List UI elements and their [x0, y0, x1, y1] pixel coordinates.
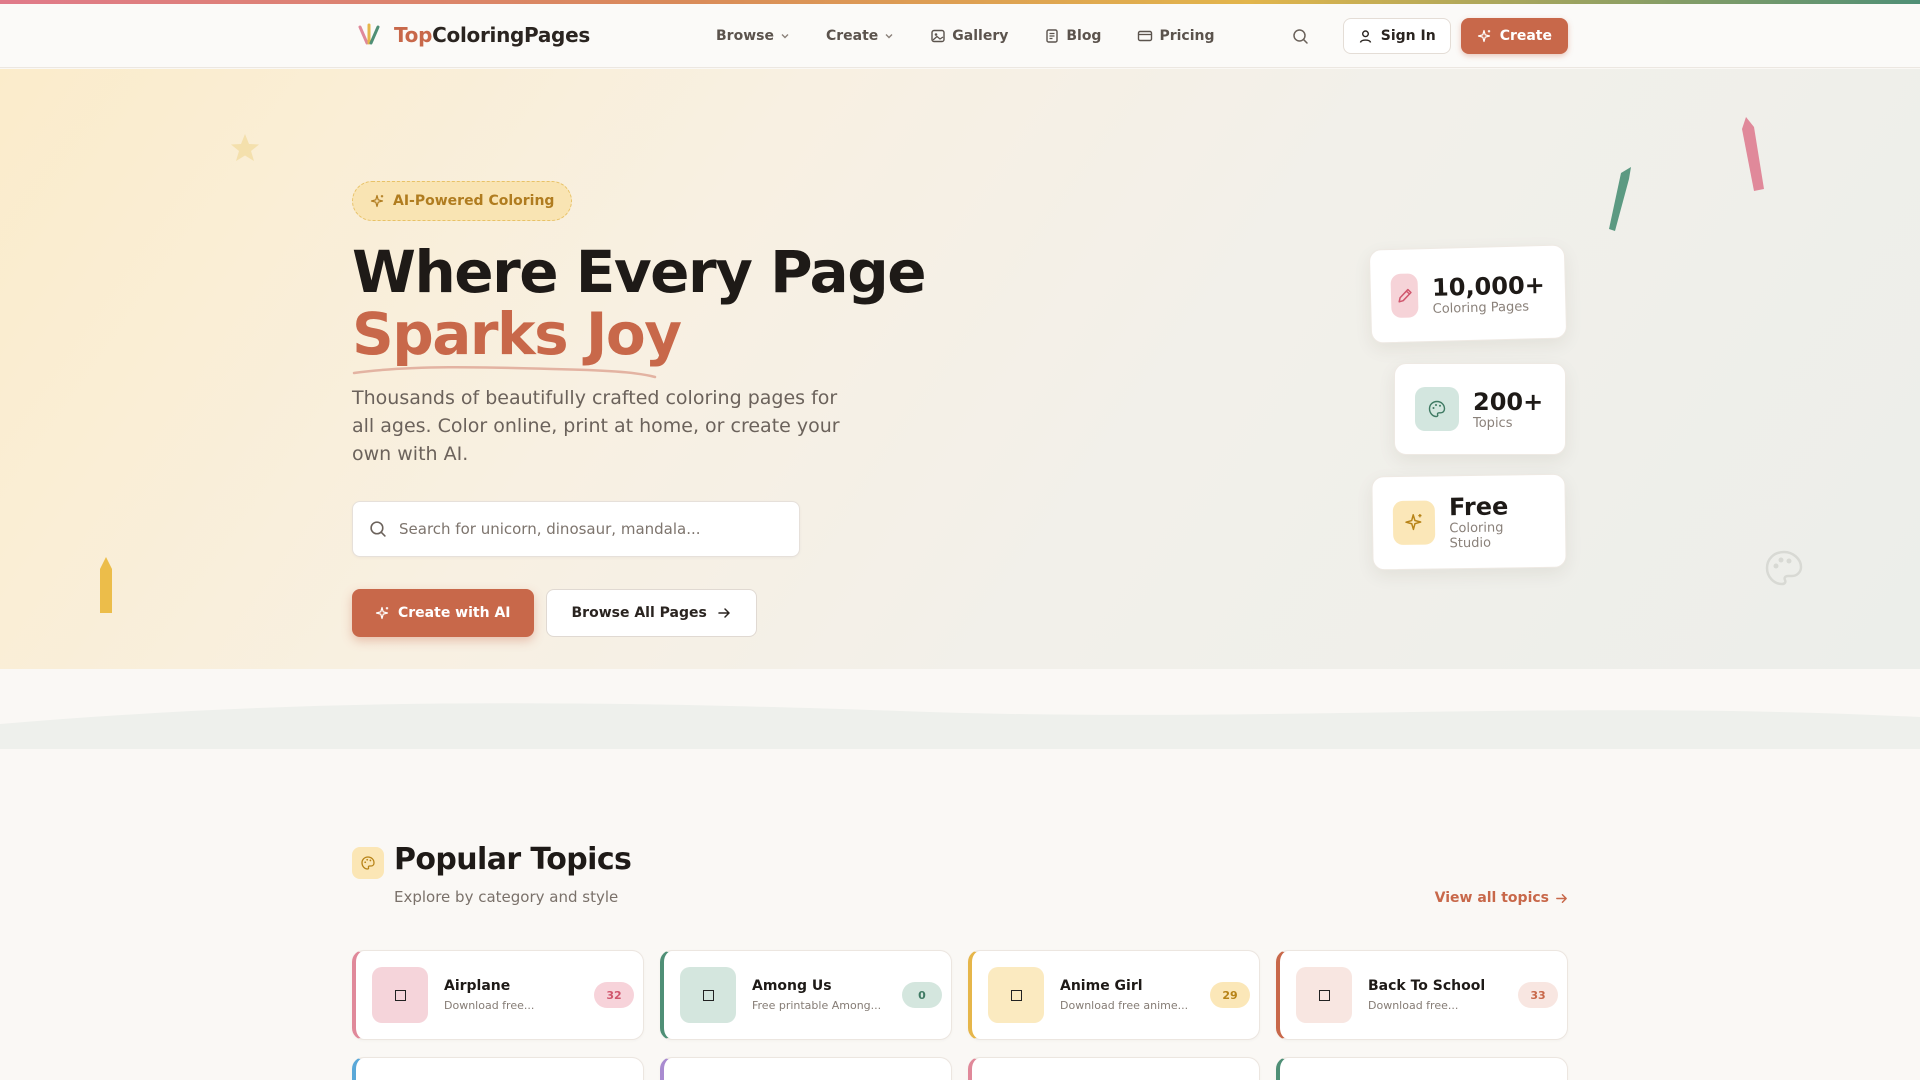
chevron-down-icon: [885, 34, 893, 39]
image-icon: [931, 29, 945, 43]
topic-thumbnail: [680, 967, 736, 1023]
brand-name: TopColoringPages: [394, 23, 590, 47]
search-icon: [370, 521, 386, 537]
topic-count-badge: 33: [1518, 982, 1558, 1008]
yellow-crayon-decoration-icon: [100, 557, 112, 613]
nav-gallery[interactable]: Gallery: [930, 28, 1008, 44]
topic-description: Download free...: [1368, 999, 1459, 1012]
topic-text: Airplane Download free...: [444, 978, 582, 1012]
browse-all-pages-button[interactable]: Browse All Pages: [545, 589, 757, 637]
stat-icon-bg: [1392, 500, 1436, 546]
popular-topics-title: Popular Topics: [394, 842, 632, 877]
image-placeholder-icon: [394, 989, 406, 1001]
arrow-right-icon: [718, 608, 730, 618]
topic-text: Back To School Download free...: [1368, 978, 1506, 1012]
stat-icon-bg: [1390, 273, 1419, 319]
stat-label: Coloring Studio: [1449, 520, 1504, 552]
topic-card[interactable]: Airplane Download free... 32: [352, 950, 644, 1040]
sparkles-icon: [1405, 514, 1422, 531]
squiggle-underline-icon: [352, 365, 657, 379]
palette-icon: [1428, 400, 1446, 418]
pencil-icon: [1398, 288, 1412, 303]
topic-name: Airplane: [444, 978, 511, 994]
topic-text: Among Us Free printable Among...: [752, 978, 890, 1012]
palette-icon: [361, 856, 375, 870]
site-header: TopColoringPages Browse Create Gallery B…: [0, 4, 1920, 68]
topic-count-badge: 32: [594, 982, 634, 1008]
search-icon: [1293, 28, 1309, 44]
topic-count-badge: 0: [902, 982, 942, 1008]
stat-value: 10,000+: [1431, 270, 1546, 302]
stat-label: Coloring Pages: [1432, 298, 1530, 317]
hero-cta-row: Create with AI Browse All Pages: [352, 589, 757, 637]
nav-pricing[interactable]: Pricing: [1137, 28, 1215, 44]
topic-card[interactable]: [1276, 1057, 1568, 1080]
image-placeholder-icon: [1318, 989, 1330, 1001]
topic-card[interactable]: Anime Girl Download free anime... 29: [968, 950, 1260, 1040]
topic-count-badge: 29: [1210, 982, 1250, 1008]
topic-description: Download free...: [444, 999, 535, 1012]
user-icon: [1359, 29, 1371, 43]
hero-search-box[interactable]: [352, 501, 800, 557]
star-decoration-icon: [231, 134, 259, 161]
main-nav: Browse Create Gallery Blog Pricing: [716, 4, 1251, 68]
stat-icon-bg: [1415, 387, 1459, 431]
image-placeholder-icon: [702, 989, 714, 1001]
create-with-ai-button[interactable]: Create with AI: [352, 589, 534, 637]
stat-value: 200+: [1473, 387, 1544, 416]
green-crayon-decoration-icon: [1609, 167, 1631, 231]
logo[interactable]: TopColoringPages: [356, 23, 590, 47]
newspaper-icon: [1046, 29, 1059, 43]
sparkles-icon: [370, 194, 384, 207]
ai-powered-badge: AI-Powered Coloring: [352, 181, 573, 221]
stat-card-topics: 200+ Topics: [1394, 363, 1566, 455]
sparkles-icon: [1477, 29, 1490, 42]
topic-card[interactable]: [352, 1057, 644, 1080]
topic-description: Download free anime...: [1060, 999, 1189, 1012]
topic-thumbnail: [372, 967, 428, 1023]
credit-card-icon: [1138, 30, 1153, 42]
topic-card[interactable]: Among Us Free printable Among... 0: [660, 950, 952, 1040]
header-actions: Sign In Create: [1283, 18, 1568, 54]
brush-logo-icon: [358, 23, 380, 45]
nav-create[interactable]: Create: [826, 28, 894, 44]
nav-browse[interactable]: Browse: [716, 28, 790, 44]
topic-name: Anime Girl: [1060, 978, 1143, 994]
topic-description: Free printable Among...: [752, 999, 882, 1012]
image-placeholder-icon: [1010, 989, 1022, 1001]
hero-search-input[interactable]: [399, 520, 779, 538]
topic-name: Back To School: [1368, 978, 1486, 994]
popular-topics-subtitle: Explore by category and style: [394, 888, 619, 906]
arrow-right-icon: [1556, 893, 1567, 903]
wave-divider: [0, 669, 1920, 749]
sparkles-icon: [375, 606, 389, 619]
hero-title: Where Every Page Sparks Joy: [352, 241, 927, 379]
palette-decoration-icon: [1765, 550, 1803, 586]
topic-text: Anime Girl Download free anime...: [1060, 978, 1198, 1012]
stat-card-studio: Free Coloring Studio: [1371, 473, 1567, 571]
popular-topics-icon-bg: [352, 847, 384, 879]
hero-subtitle: Thousands of beautifully crafted colorin…: [352, 387, 840, 465]
nav-blog[interactable]: Blog: [1044, 28, 1101, 44]
hero-title-highlight: Sparks Joy: [352, 303, 682, 379]
stat-card-pages: 10,000+ Coloring Pages: [1368, 244, 1568, 344]
topic-card[interactable]: [968, 1057, 1260, 1080]
pink-crayon-decoration-icon: [1742, 117, 1764, 191]
topic-thumbnail: [1296, 967, 1352, 1023]
hero-section: AI-Powered Coloring Where Every Page Spa…: [0, 69, 1920, 669]
sign-in-button[interactable]: Sign In: [1342, 18, 1451, 54]
topic-card[interactable]: [660, 1057, 952, 1080]
topic-card[interactable]: Back To School Download free... 33: [1276, 950, 1568, 1040]
create-button[interactable]: Create: [1460, 18, 1568, 54]
chevron-down-icon: [781, 34, 789, 39]
topic-thumbnail: [988, 967, 1044, 1023]
view-all-topics-link[interactable]: View all topics: [1435, 890, 1568, 906]
stat-value: Free: [1448, 492, 1509, 522]
stat-label: Topics: [1473, 415, 1513, 431]
search-button[interactable]: [1283, 18, 1319, 54]
topic-name: Among Us: [752, 978, 832, 994]
